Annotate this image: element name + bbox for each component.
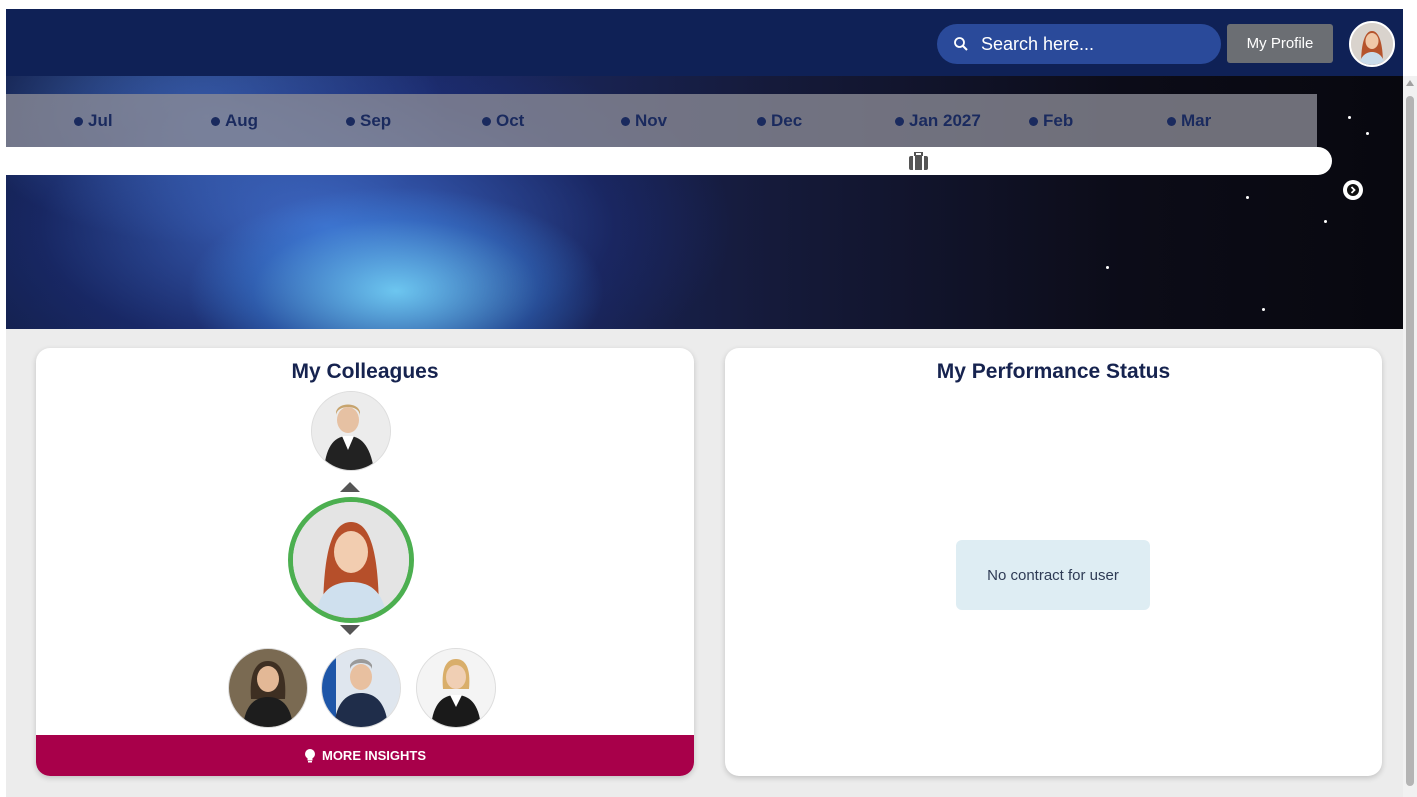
no-contract-notice: No contract for user xyxy=(956,540,1150,610)
month-label: Sep xyxy=(360,111,392,130)
person-photo-icon xyxy=(417,649,495,727)
timeline-next-button[interactable] xyxy=(1343,180,1363,200)
month-dot xyxy=(621,116,630,126)
month-timeline: Jul Aug Sep Oct Nov Dec Jan 2027 Feb Mar xyxy=(6,94,1317,147)
month-dot xyxy=(757,116,766,126)
more-insights-label: MORE INSIGHTS xyxy=(321,748,426,763)
top-bar: My Profile xyxy=(6,9,1403,76)
scroll-up-arrow[interactable] xyxy=(1406,80,1414,86)
month-label: Oct xyxy=(496,111,525,130)
person-photo-icon xyxy=(229,649,307,727)
performance-status-title: My Performance Status xyxy=(936,360,1171,383)
month-dot xyxy=(1029,116,1038,126)
performance-status-card: My Performance Status No contract for us… xyxy=(725,348,1382,776)
user-avatar-icon xyxy=(1351,23,1393,65)
star xyxy=(1106,266,1109,269)
no-contract-message: No contract for user xyxy=(987,566,1119,584)
month-dot xyxy=(895,116,904,126)
month-label: Nov xyxy=(635,111,668,130)
scroll-thumb[interactable] xyxy=(1406,96,1414,786)
manager-avatar[interactable] xyxy=(311,391,391,471)
timeline-banner: Jul Aug Sep Oct Nov Dec Jan 2027 Feb Mar xyxy=(6,76,1403,329)
person-photo-icon xyxy=(293,502,409,618)
star xyxy=(1246,196,1249,199)
month-label: Dec xyxy=(771,111,803,130)
star xyxy=(1366,132,1369,135)
colleague-avatar[interactable] xyxy=(321,648,401,728)
month-label: Jan 2027 xyxy=(909,111,981,130)
timeline-month[interactable]: Oct xyxy=(482,111,524,131)
month-label: Aug xyxy=(225,111,259,130)
month-label: Mar xyxy=(1181,111,1212,130)
lightbulb-icon xyxy=(304,748,315,762)
navigate-up-arrow[interactable] xyxy=(340,482,360,492)
timeline-month[interactable]: Sep xyxy=(346,111,391,131)
month-dot xyxy=(74,116,83,126)
colleagues-title: My Colleagues xyxy=(291,360,439,383)
colleagues-card: My Colleagues MORE INSIGHTS xyxy=(36,348,694,776)
person-photo-icon xyxy=(312,392,390,470)
person-photo-icon xyxy=(322,649,400,727)
star xyxy=(1324,220,1327,223)
search-input[interactable] xyxy=(981,33,1191,55)
search-box[interactable] xyxy=(937,24,1221,64)
month-dot xyxy=(211,116,220,126)
selected-colleague-avatar[interactable] xyxy=(288,497,414,623)
timeline-month[interactable]: Nov xyxy=(621,111,667,131)
colleague-avatar[interactable] xyxy=(416,648,496,728)
timeline-month[interactable]: Jan 2027 xyxy=(895,111,981,131)
month-label: Jul xyxy=(88,111,113,130)
page-scrollbar[interactable] xyxy=(1403,76,1417,797)
timeline-track xyxy=(6,147,1332,175)
timeline-month[interactable]: Aug xyxy=(211,111,258,131)
star xyxy=(1348,116,1351,119)
timeline-month[interactable]: Feb xyxy=(1029,111,1073,131)
month-dot xyxy=(346,116,355,126)
briefcase-icon[interactable] xyxy=(909,152,928,170)
month-label: Feb xyxy=(1043,111,1074,130)
timeline-month[interactable]: Dec xyxy=(757,111,802,131)
star xyxy=(1262,308,1265,311)
month-dot xyxy=(1167,116,1176,126)
chevron-right-icon xyxy=(1347,184,1359,196)
search-icon xyxy=(954,37,968,51)
timeline-month[interactable]: Mar xyxy=(1167,111,1211,131)
my-profile-button[interactable]: My Profile xyxy=(1227,24,1333,63)
timeline-month[interactable]: Jul xyxy=(74,111,113,131)
more-insights-button[interactable]: MORE INSIGHTS xyxy=(36,735,694,776)
user-avatar[interactable] xyxy=(1349,21,1395,67)
colleague-avatar[interactable] xyxy=(228,648,308,728)
month-dot xyxy=(482,116,491,126)
navigate-down-arrow[interactable] xyxy=(340,625,360,635)
